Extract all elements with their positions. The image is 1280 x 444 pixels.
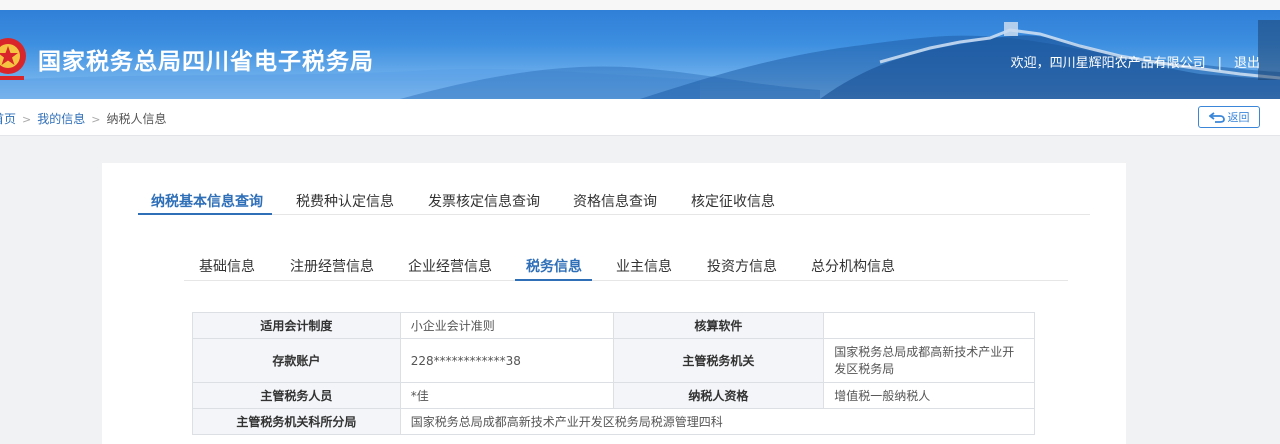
active-tab-indicator [138, 213, 272, 215]
accounting-software-value [823, 312, 1035, 339]
breadcrumb-chevron-icon: > [22, 113, 32, 126]
breadcrumb-bar: 首页 > 我的信息 > 纳税人信息 返回 [0, 99, 1280, 136]
branch-office-label: 主管税务机关科所分局 [192, 408, 401, 435]
accounting-software-label: 核算软件 [612, 312, 825, 339]
taxpayer-qualification-value: 增值税一般纳税人 [823, 382, 1035, 409]
user-area: 欢迎，四川星辉阳农产品有限公司 | 退出 [1011, 52, 1260, 71]
table-row: 主管税务机关科所分局 国家税务总局成都高新技术产业开发区税务局税源管理四科 [192, 408, 1036, 435]
breadcrumb-home[interactable]: 首页 [0, 112, 16, 126]
breadcrumb: 首页 > 我的信息 > 纳税人信息 [0, 110, 166, 127]
return-arrow-icon [1208, 112, 1225, 123]
tax-officer-value: *佳 [399, 382, 614, 409]
accounting-system-label: 适用会计制度 [192, 312, 401, 339]
tax-authority-value: 国家税务总局成都高新技术产业开发区税务局 [823, 338, 1035, 383]
tab-tax-type-recognition[interactable]: 税费种认定信息 [296, 191, 394, 211]
taxpayer-qualification-label: 纳税人资格 [612, 382, 825, 409]
breadcrumb-my-info[interactable]: 我的信息 [37, 112, 85, 126]
site-header: 国家税务总局四川省电子税务局 欢迎，四川星辉阳农产品有限公司 | 退出 [0, 0, 1280, 99]
subtab-tax-info[interactable]: 税务信息 [526, 256, 582, 276]
active-subtab-indicator [515, 279, 592, 281]
tax-officer-label: 主管税务人员 [192, 382, 401, 409]
breadcrumb-current: 纳税人信息 [106, 112, 167, 126]
tax-info-table: 适用会计制度 小企业会计准则 核算软件 存款账户 228************… [192, 312, 1036, 435]
deposit-account-value: 228************38 [399, 338, 614, 383]
site-title: 国家税务总局四川省电子税务局 [38, 49, 374, 75]
subtab-owner-info[interactable]: 业主信息 [616, 256, 672, 276]
tab-basic-info-query[interactable]: 纳税基本信息查询 [151, 191, 263, 211]
tab-assessed-collection[interactable]: 核定征收信息 [691, 191, 775, 211]
header-separator: | [1217, 56, 1222, 71]
main-tabs: 纳税基本信息查询 税费种认定信息 发票核定信息查询 资格信息查询 核定征收信息 [138, 185, 1090, 215]
national-emblem-icon [0, 38, 26, 80]
welcome-text: 欢迎，四川星辉阳农产品有限公司 [1010, 56, 1206, 71]
subtab-business-info[interactable]: 企业经营信息 [408, 256, 492, 276]
content-card: 纳税基本信息查询 税费种认定信息 发票核定信息查询 资格信息查询 核定征收信息 … [102, 163, 1126, 444]
subtab-basic-info[interactable]: 基础信息 [199, 256, 255, 276]
back-button-label: 返回 [1227, 111, 1250, 124]
tab-invoice-approval-query[interactable]: 发票核定信息查询 [428, 191, 540, 211]
subtab-branch-org-info[interactable]: 总分机构信息 [811, 256, 895, 276]
subtab-investor-info[interactable]: 投资方信息 [707, 256, 777, 276]
table-row: 适用会计制度 小企业会计准则 核算软件 [192, 312, 1035, 339]
subtab-registration-info[interactable]: 注册经营信息 [290, 256, 374, 276]
back-button[interactable]: 返回 [1198, 106, 1260, 128]
sub-tabs: 基础信息 注册经营信息 企业经营信息 税务信息 业主信息 投资方信息 总分机构信… [184, 251, 1068, 281]
breadcrumb-chevron-icon: > [91, 113, 101, 126]
logout-link[interactable]: 退出 [1234, 56, 1260, 71]
deposit-account-label: 存款账户 [192, 338, 401, 383]
accounting-system-value: 小企业会计准则 [399, 312, 614, 339]
tab-qualification-query[interactable]: 资格信息查询 [573, 191, 657, 211]
table-row: 存款账户 228************38 主管税务机关 国家税务总局成都高新… [192, 338, 1035, 383]
tax-authority-label: 主管税务机关 [612, 338, 825, 383]
branch-office-value: 国家税务总局成都高新技术产业开发区税务局税源管理四科 [399, 408, 1036, 435]
table-row: 主管税务人员 *佳 纳税人资格 增值税一般纳税人 [192, 382, 1035, 409]
